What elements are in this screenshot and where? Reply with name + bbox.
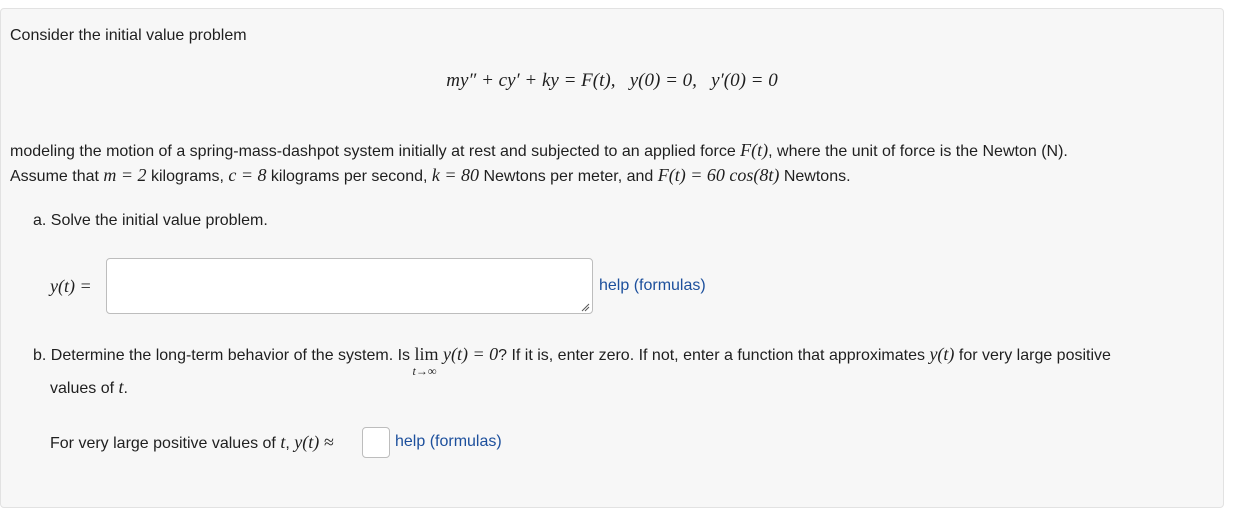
damping-value: c = 8 xyxy=(228,165,267,185)
description-text: modeling the motion of a spring-mass-das… xyxy=(10,143,741,160)
force-function: F(t) = 60 cos(8t) xyxy=(657,165,780,185)
part-b-help-link[interactable]: help (formulas) xyxy=(395,431,502,453)
answer-approx-expression: y(t) ≈ xyxy=(294,432,334,452)
part-b-answer-label: For very large positive values of t, y(t… xyxy=(50,431,334,455)
part-b-answer-input[interactable] xyxy=(362,427,390,458)
spring-constant-value: k = 80 xyxy=(431,165,480,185)
part-a-prompt: a. Solve the initial value problem. xyxy=(33,212,268,229)
answer-separator: , xyxy=(285,435,295,452)
limit-subscript: t→∞ xyxy=(412,364,437,378)
part-b-prompt-line-1: b. Determine the long-term behavior of t… xyxy=(33,343,1111,378)
period: . xyxy=(123,380,128,397)
damping-unit: kilograms per second, xyxy=(266,168,432,185)
part-a-help-link[interactable]: help (formulas) xyxy=(599,275,706,297)
ode-expression: my″ + cy′ + ky = F(t), xyxy=(446,70,616,91)
force-symbol: F(t) xyxy=(740,140,769,160)
initial-condition-1: y(0) = 0, xyxy=(629,70,697,91)
resize-handle-icon[interactable] xyxy=(580,302,590,312)
answer-prefix: For very large positive values of xyxy=(50,435,281,452)
mass-value: m = 2 xyxy=(103,165,147,185)
part-b-prompt-start: b. Determine the long-term behavior of t… xyxy=(33,347,415,364)
limit-expression: y(t) = 0 xyxy=(442,344,499,364)
part-a-answer-input[interactable] xyxy=(106,258,593,314)
ivp-equation: my″ + cy′ + ky = F(t), y(0) = 0, y′(0) =… xyxy=(0,70,1224,92)
values-of-text: values of xyxy=(50,380,119,397)
force-unit: Newtons. xyxy=(779,168,851,185)
part-b-prompt-line-2: values of t. xyxy=(50,376,128,400)
intro-text: Consider the initial value problem xyxy=(10,27,247,44)
description-line-2: Assume that m = 2 kilograms, c = 8 kilog… xyxy=(10,164,851,188)
assume-prefix: Assume that xyxy=(10,168,104,185)
mass-unit: kilograms, xyxy=(146,168,229,185)
limit-operator: lim t→∞ xyxy=(413,343,439,378)
part-b-prompt-tail: for very large positive xyxy=(954,347,1111,364)
spring-constant-unit: Newtons per meter, and xyxy=(479,168,658,185)
description-line-1: modeling the motion of a spring-mass-das… xyxy=(10,139,1068,163)
part-a-label: y(t) = xyxy=(50,276,92,296)
initial-condition-2: y′(0) = 0 xyxy=(711,70,778,91)
approx-function-symbol: y(t) xyxy=(929,344,955,364)
description-tail: , where the unit of force is the Newton … xyxy=(768,143,1068,160)
part-b-prompt-end: ? If it is, enter zero. If not, enter a … xyxy=(498,347,930,364)
